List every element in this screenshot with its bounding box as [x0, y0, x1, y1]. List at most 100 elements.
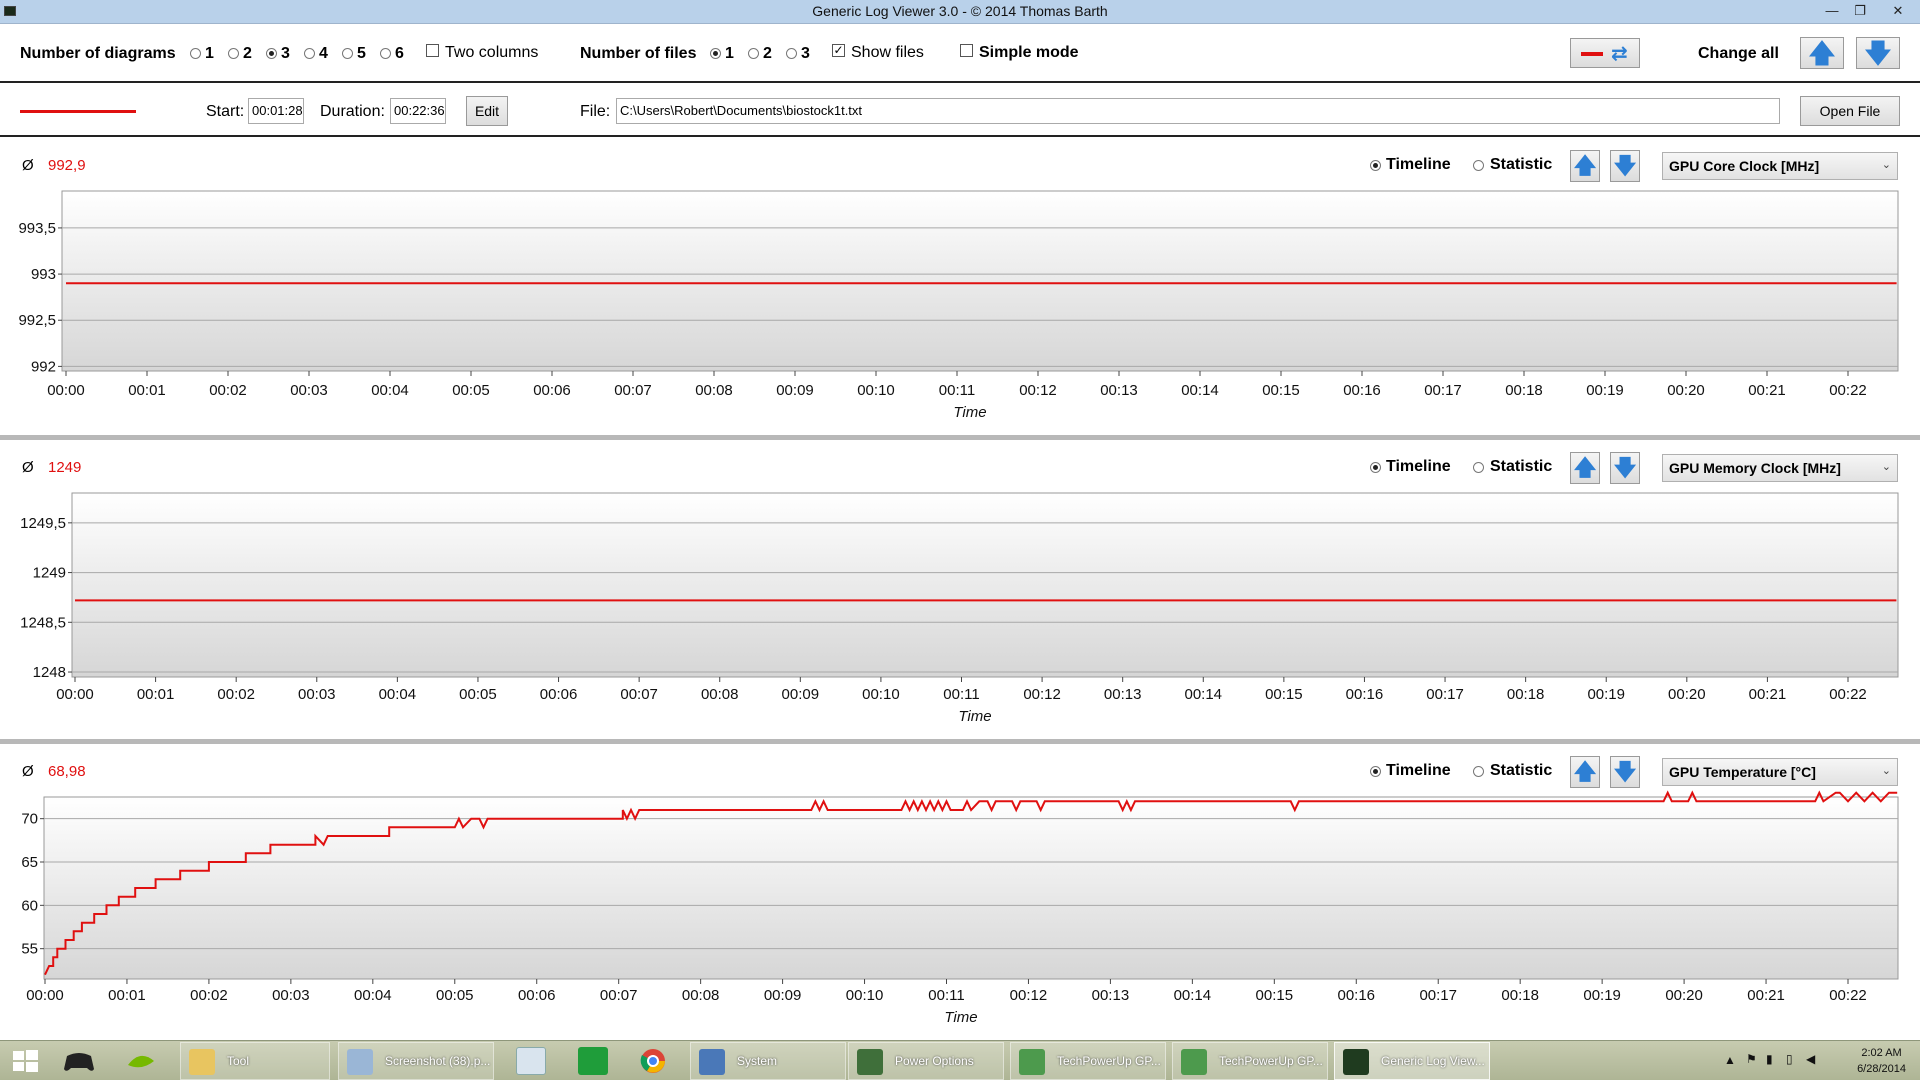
- taskbar-task[interactable]: Tool: [180, 1042, 330, 1080]
- app-window: Generic Log Viewer 3.0 - © 2014 Thomas B…: [0, 0, 1920, 1080]
- file-bar: Start: 00:01:28 Duration: 00:22:36 Edit …: [0, 85, 1920, 137]
- x-tick-label: 00:06: [518, 987, 556, 1004]
- diagram-count-radio-6[interactable]: [380, 48, 391, 59]
- x-tick-label: 00:16: [1346, 686, 1384, 703]
- task-app-icon: [1181, 1049, 1207, 1075]
- x-tick-label: 00:02: [217, 686, 255, 703]
- simple-mode-label: Simple mode: [979, 44, 1079, 61]
- task-label: Screenshot (38).p...: [385, 1054, 491, 1068]
- x-tick-label: 00:02: [209, 382, 247, 399]
- red-line-icon: [1581, 52, 1603, 56]
- taskbar-task[interactable]: Screenshot (38).p...: [338, 1042, 494, 1080]
- x-tick-label: 00:05: [459, 686, 497, 703]
- swap-icon: ⇄: [1611, 43, 1628, 65]
- taskbar-task[interactable]: TechPowerUp GP...: [1010, 1042, 1166, 1080]
- y-tick-label: 1248: [33, 664, 66, 681]
- two-columns-label: Two columns: [445, 44, 539, 61]
- flag-icon[interactable]: ⚑: [1746, 1052, 1757, 1066]
- diagram-separator[interactable]: [0, 739, 1920, 744]
- task-app-icon: [857, 1049, 883, 1075]
- diagram-count-radio-1[interactable]: [190, 48, 201, 59]
- x-tick-label: 00:21: [1748, 382, 1786, 399]
- diagram-separator[interactable]: [0, 435, 1920, 440]
- minimize-button[interactable]: —: [1818, 2, 1846, 20]
- color-swap-button[interactable]: ⇄: [1570, 38, 1640, 68]
- chrome-icon[interactable]: [638, 1047, 668, 1075]
- calculator-icon[interactable]: [516, 1047, 546, 1075]
- x-tick-label: 00:18: [1501, 987, 1539, 1004]
- duration-input[interactable]: 00:22:36: [390, 98, 446, 124]
- x-tick-label: 00:06: [540, 686, 578, 703]
- x-tick-label: 00:10: [857, 382, 895, 399]
- task-app-icon: [1019, 1049, 1045, 1075]
- start-input[interactable]: 00:01:28: [248, 98, 304, 124]
- x-tick-label: 00:20: [1668, 686, 1706, 703]
- window-title: Generic Log Viewer 3.0 - © 2014 Thomas B…: [812, 3, 1108, 19]
- x-tick-label: 00:07: [614, 382, 652, 399]
- task-label: Tool: [227, 1054, 250, 1068]
- diagram-count-radio-4[interactable]: [304, 48, 315, 59]
- task-app-icon: [699, 1049, 725, 1075]
- x-tick-label: 00:12: [1019, 382, 1057, 399]
- title-bar: Generic Log Viewer 3.0 - © 2014 Thomas B…: [0, 0, 1920, 24]
- diagrams-label: Number of diagrams: [20, 45, 176, 62]
- file-count-radio-3[interactable]: [786, 48, 797, 59]
- task-label: Generic Log View...: [1381, 1054, 1485, 1068]
- x-tick-label: 00:03: [298, 686, 336, 703]
- x-tick-label: 00:20: [1665, 987, 1703, 1004]
- chart-gpu-temperature: 70 65 60 55 00:00 00:01 00:02 00:03 00:04 00:05 00…: [21, 790, 1899, 1026]
- open-file-button[interactable]: Open File: [1800, 96, 1900, 126]
- file-color-line[interactable]: [20, 110, 136, 113]
- file-path-input[interactable]: C:\Users\Robert\Documents\biostock1t.txt: [616, 98, 1780, 124]
- close-button[interactable]: ✕: [1884, 2, 1912, 20]
- x-tick-label: 00:04: [354, 987, 392, 1004]
- simple-mode-checkbox[interactable]: [960, 44, 973, 57]
- windows-start-icon[interactable]: [10, 1047, 40, 1075]
- x-tick-label: 00:04: [379, 686, 417, 703]
- restore-button[interactable]: ❐: [1846, 2, 1874, 20]
- task-app-icon: [347, 1049, 373, 1075]
- x-tick-label: 00:01: [108, 987, 146, 1004]
- gamepad-icon[interactable]: [62, 1047, 94, 1075]
- taskbar-task[interactable]: TechPowerUp GP...: [1172, 1042, 1328, 1080]
- y-tick-label: 993: [31, 266, 56, 283]
- x-tick-label: 00:03: [290, 382, 328, 399]
- x-tick-label: 00:00: [26, 987, 64, 1004]
- diagram-count-radio-3[interactable]: [266, 48, 277, 59]
- nvidia-icon[interactable]: [126, 1047, 156, 1075]
- x-tick-label: 00:14: [1184, 686, 1222, 703]
- x-tick-label: 00:08: [701, 686, 739, 703]
- edit-button[interactable]: Edit: [466, 96, 508, 126]
- show-files-checkbox[interactable]: ✓: [832, 44, 845, 57]
- change-all-down-button[interactable]: 🡇: [1856, 37, 1900, 69]
- battery-icon[interactable]: ▯: [1786, 1052, 1793, 1066]
- taskbar-task[interactable]: Generic Log View...: [1334, 1042, 1490, 1080]
- plot-area: [43, 796, 1899, 980]
- taskbar-task[interactable]: Power Options: [848, 1042, 1004, 1080]
- taskbar-task[interactable]: System: [690, 1042, 846, 1080]
- network-icon[interactable]: ▮: [1766, 1052, 1773, 1066]
- volume-icon[interactable]: ◀: [1806, 1052, 1815, 1066]
- file-count-radio-1[interactable]: [710, 48, 721, 59]
- x-tick-label: 00:02: [190, 987, 228, 1004]
- diagram-count-radio-label: 2: [243, 45, 252, 62]
- store-icon[interactable]: [578, 1047, 608, 1075]
- taskbar-clock[interactable]: 2:02 AM 6/28/2014: [1857, 1045, 1906, 1077]
- x-tick-label: 00:11: [928, 987, 964, 1004]
- x-tick-label: 00:19: [1587, 686, 1625, 703]
- show-hidden-icons-icon[interactable]: ▲: [1724, 1053, 1736, 1067]
- diagram-count-radio-5[interactable]: [342, 48, 353, 59]
- plot-area: [61, 190, 1899, 372]
- diagram-count-radio-2[interactable]: [228, 48, 239, 59]
- x-tick-label: 00:04: [371, 382, 409, 399]
- arrow-up-icon: 🡅: [1808, 38, 1836, 68]
- x-tick-label: 00:20: [1667, 382, 1705, 399]
- y-tick-label: 1249: [33, 565, 66, 582]
- x-tick-label: 00:09: [764, 987, 802, 1004]
- change-all-up-button[interactable]: 🡅: [1800, 37, 1844, 69]
- x-tick-label: 00:11: [943, 686, 979, 703]
- file-count-radio-2[interactable]: [748, 48, 759, 59]
- x-tick-label: 00:18: [1507, 686, 1545, 703]
- x-tick-label: 00:15: [1256, 987, 1294, 1004]
- two-columns-checkbox[interactable]: [426, 44, 439, 57]
